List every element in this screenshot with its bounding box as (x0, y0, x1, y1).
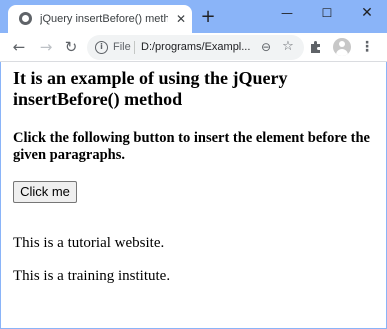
reload-button[interactable]: ↻ (61, 37, 81, 57)
profile-avatar[interactable] (333, 38, 351, 56)
paragraph-training: This is a training institute. (13, 268, 171, 284)
maximize-button[interactable]: ☐ (307, 0, 347, 26)
tab-title: jQuery insertBefore() method (40, 13, 168, 25)
tab-strip: jQuery insertBefore() method ✕ + — ☐ ✕ (0, 0, 387, 33)
page-subheading: Click the following button to insert the… (13, 130, 370, 163)
address-bar[interactable]: i File D:/programs/Exampl... ⊖ ☆ (87, 35, 304, 60)
window-close-button[interactable]: ✕ (347, 0, 387, 26)
back-button[interactable]: ← (9, 37, 29, 57)
scheme-label: File (113, 41, 131, 53)
active-tab[interactable]: jQuery insertBefore() method ✕ (8, 5, 192, 33)
omnibox-divider (134, 41, 135, 54)
browser-toolbar: ← → ↻ i File D:/programs/Exampl... ⊖ ☆ ⋮ (0, 33, 387, 62)
bookmark-star-icon[interactable]: ☆ (280, 39, 296, 55)
forward-button[interactable]: → (36, 37, 56, 57)
more-menu-icon[interactable]: ⋮ (360, 37, 374, 57)
url-text[interactable]: D:/programs/Exampl... (141, 40, 254, 55)
tab-close-icon[interactable]: ✕ (173, 11, 189, 27)
avatar-head (339, 41, 345, 47)
zoom-out-icon[interactable]: ⊖ (258, 39, 274, 55)
page-heading: It is an example of using the jQuery ins… (13, 68, 288, 109)
paragraph-tutorial: This is a tutorial website. (13, 235, 165, 251)
minimize-button[interactable]: — (267, 0, 307, 26)
globe-icon (19, 12, 32, 25)
extensions-puzzle-icon[interactable] (308, 39, 324, 55)
new-tab-button[interactable]: + (198, 7, 218, 27)
info-icon[interactable]: i (95, 41, 108, 54)
page-viewport: It is an example of using the jQuery ins… (0, 62, 387, 329)
click-me-button[interactable]: Click me (13, 181, 77, 203)
avatar-body (336, 49, 348, 56)
